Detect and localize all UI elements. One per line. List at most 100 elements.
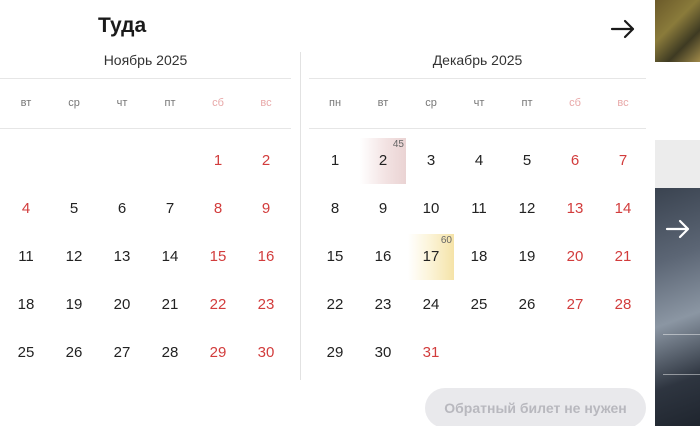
- weekday-label: пт: [164, 97, 176, 109]
- day-number: 22: [326, 296, 344, 313]
- day-cell[interactable]: 2 45: [360, 138, 406, 184]
- day-number: 27: [566, 296, 584, 313]
- day-cell[interactable]: 15: [312, 234, 358, 280]
- day-number: 22: [209, 296, 227, 313]
- day-cell[interactable]: 26: [51, 330, 97, 376]
- day-cell[interactable]: 7: [147, 186, 193, 232]
- day-cell[interactable]: 13: [552, 186, 598, 232]
- day-cell[interactable]: 16: [243, 234, 289, 280]
- day-number: 27: [113, 344, 131, 361]
- day-number: 19: [65, 296, 83, 313]
- day-cell[interactable]: 17 60: [408, 234, 454, 280]
- day-number: 11: [18, 248, 34, 265]
- day-cell[interactable]: 11: [3, 234, 49, 280]
- arrow-right-icon[interactable]: [609, 15, 637, 43]
- day-number: 16: [257, 248, 275, 265]
- day-cell[interactable]: 31: [408, 330, 454, 376]
- day-price: 60: [440, 235, 452, 246]
- day-number: 29: [326, 344, 344, 361]
- day-cell[interactable]: 3: [408, 138, 454, 184]
- day-cell[interactable]: 8: [195, 186, 241, 232]
- day-cell[interactable]: 5: [504, 138, 550, 184]
- day-number: 7: [165, 200, 175, 217]
- day-cell[interactable]: 20: [552, 234, 598, 280]
- day-cell[interactable]: 13: [99, 234, 145, 280]
- day-cell[interactable]: 14: [147, 234, 193, 280]
- day-cell[interactable]: 25: [3, 330, 49, 376]
- day-cell[interactable]: 1: [195, 138, 241, 184]
- day-number: 6: [117, 200, 127, 217]
- day-cell[interactable]: 4: [456, 138, 502, 184]
- day-number: 15: [326, 248, 344, 265]
- day-number: 9: [261, 200, 271, 217]
- day-number: 13: [113, 248, 131, 265]
- day-cell[interactable]: 21: [147, 282, 193, 328]
- day-number: 23: [257, 296, 275, 313]
- weekday-label: сб: [212, 97, 224, 109]
- day-cell[interactable]: 22: [195, 282, 241, 328]
- day-cell[interactable]: 27: [552, 282, 598, 328]
- day-number: 20: [113, 296, 131, 313]
- arrow-right-icon[interactable]: [663, 214, 693, 244]
- month-divider: [300, 52, 301, 380]
- divider: [309, 78, 646, 79]
- day-cell[interactable]: 16: [360, 234, 406, 280]
- day-cell[interactable]: 19: [504, 234, 550, 280]
- day-cell[interactable]: 21: [600, 234, 646, 280]
- day-cell[interactable]: 30: [243, 330, 289, 376]
- day-cell[interactable]: 9: [360, 186, 406, 232]
- day-cell[interactable]: 22: [312, 282, 358, 328]
- day-number: 8: [330, 200, 340, 217]
- day-cell[interactable]: 2: [243, 138, 289, 184]
- day-number: 2: [261, 152, 271, 169]
- day-cell[interactable]: 11: [456, 186, 502, 232]
- day-number: 7: [618, 152, 628, 169]
- day-cell[interactable]: 25: [456, 282, 502, 328]
- divider: [0, 78, 291, 79]
- day-cell[interactable]: 14: [600, 186, 646, 232]
- day-cell[interactable]: 20: [99, 282, 145, 328]
- day-cell[interactable]: 18: [456, 234, 502, 280]
- day-number: 2: [378, 152, 388, 169]
- day-cell[interactable]: 6: [99, 186, 145, 232]
- day-number: 6: [570, 152, 580, 169]
- day-cell[interactable]: 6: [552, 138, 598, 184]
- day-cell[interactable]: 28: [147, 330, 193, 376]
- day-number: 4: [21, 200, 31, 217]
- day-cell[interactable]: 8: [312, 186, 358, 232]
- day-cell[interactable]: 29: [195, 330, 241, 376]
- day-cell[interactable]: 19: [51, 282, 97, 328]
- day-cell[interactable]: 5: [51, 186, 97, 232]
- day-number: 3: [426, 152, 436, 169]
- day-number: 19: [518, 248, 536, 265]
- day-number: 31: [422, 344, 440, 361]
- day-cell[interactable]: 30: [360, 330, 406, 376]
- weekday-label: вт: [377, 97, 389, 109]
- day-cell[interactable]: 4: [3, 186, 49, 232]
- no-return-ticket-button[interactable]: Обратный билет не нужен: [425, 388, 646, 426]
- day-cell[interactable]: 7: [600, 138, 646, 184]
- day-cell[interactable]: 23: [243, 282, 289, 328]
- day-cell[interactable]: 27: [99, 330, 145, 376]
- day-number: 9: [378, 200, 388, 217]
- day-cell[interactable]: 10: [408, 186, 454, 232]
- day-cell[interactable]: 12: [504, 186, 550, 232]
- day-cell[interactable]: 28: [600, 282, 646, 328]
- day-cell[interactable]: 1: [312, 138, 358, 184]
- day-cell[interactable]: 26: [504, 282, 550, 328]
- background-photo: [655, 188, 700, 426]
- background-band: [655, 140, 700, 188]
- day-number: 10: [422, 200, 440, 217]
- day-number: 25: [17, 344, 35, 361]
- day-cell[interactable]: 29: [312, 330, 358, 376]
- day-cell[interactable]: 15: [195, 234, 241, 280]
- day-number: 13: [566, 200, 584, 217]
- day-cell[interactable]: 18: [3, 282, 49, 328]
- weekday-label: вт: [20, 97, 32, 109]
- day-cell[interactable]: 23: [360, 282, 406, 328]
- day-number: 5: [522, 152, 532, 169]
- day-number: 4: [474, 152, 484, 169]
- day-cell[interactable]: 9: [243, 186, 289, 232]
- day-cell[interactable]: 24: [408, 282, 454, 328]
- day-cell[interactable]: 12: [51, 234, 97, 280]
